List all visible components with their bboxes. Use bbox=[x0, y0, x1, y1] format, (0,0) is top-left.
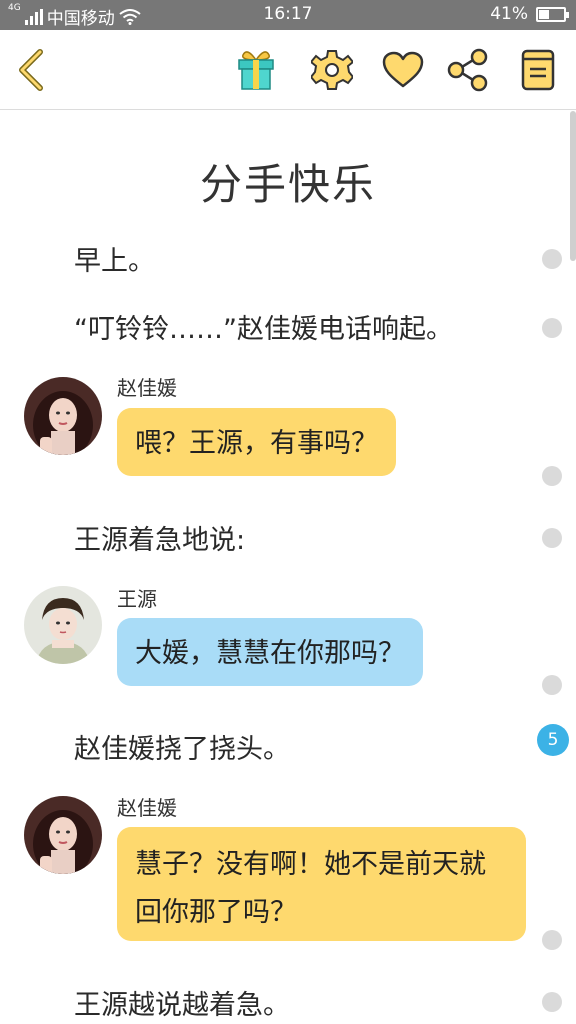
heart-icon bbox=[382, 51, 424, 88]
chapter-title: 分手快乐 bbox=[199, 160, 376, 209]
avatar-image bbox=[24, 586, 102, 664]
narration-paragraph: “叮铃铃……”赵佳媛电话响起。 bbox=[74, 314, 453, 345]
narration-paragraph: 赵佳媛挠了挠头。 bbox=[74, 734, 290, 765]
narration-paragraph: 王源着急地说: bbox=[74, 525, 246, 556]
comment-dot[interactable] bbox=[542, 528, 562, 548]
comment-dot[interactable] bbox=[542, 930, 562, 950]
chat-bubble-text: 喂？王源，有事吗？ bbox=[135, 428, 378, 459]
comment-dot[interactable] bbox=[542, 466, 562, 486]
avatar-image bbox=[24, 377, 102, 455]
status-bar: 4G 中国移动 16:17 41% bbox=[0, 0, 576, 30]
chat-bubble: 大媛，慧慧在你那吗？ bbox=[117, 618, 423, 686]
comment-dot[interactable] bbox=[542, 318, 562, 338]
narration-paragraph: 王源越说越着急。 bbox=[74, 990, 290, 1021]
narration-paragraph: 早上。 bbox=[74, 246, 155, 277]
back-chevron-icon bbox=[19, 49, 43, 91]
comment-dot[interactable] bbox=[542, 675, 562, 695]
gear-icon bbox=[311, 50, 353, 90]
favorite-button[interactable] bbox=[375, 42, 431, 98]
avatar[interactable] bbox=[24, 796, 102, 874]
avatar-image bbox=[24, 796, 102, 874]
chat-bubble-text: 回你那了吗？ bbox=[135, 897, 297, 928]
scrollbar[interactable] bbox=[570, 111, 576, 261]
reader-toolbar bbox=[0, 30, 576, 110]
chat-bubble: 喂？王源，有事吗？ bbox=[117, 408, 396, 476]
comment-dot[interactable] bbox=[542, 249, 562, 269]
speaker-name: 王源 bbox=[117, 587, 157, 611]
story-content[interactable]: 分手快乐 早上。 “叮铃铃……”赵佳媛电话响起。 赵佳媛 喂？王源，有事吗？ 王… bbox=[0, 111, 576, 1024]
settings-button[interactable] bbox=[304, 42, 360, 98]
avatar[interactable] bbox=[24, 586, 102, 664]
bookshelf-button[interactable] bbox=[510, 42, 566, 98]
gift-button[interactable] bbox=[228, 42, 284, 98]
share-icon bbox=[447, 48, 488, 92]
chat-bubble-text: 慧子？没有啊！她不是前天就 bbox=[135, 849, 486, 880]
back-button[interactable] bbox=[4, 42, 60, 98]
chat-bubble: 慧子？没有啊！她不是前天就 回你那了吗？ bbox=[117, 827, 526, 941]
battery-percent: 41% bbox=[490, 4, 528, 24]
chat-bubble-text: 大媛，慧慧在你那吗？ bbox=[135, 638, 405, 669]
speaker-name: 赵佳媛 bbox=[117, 376, 177, 400]
book-icon bbox=[521, 49, 555, 91]
comment-count-badge[interactable]: 5 bbox=[537, 724, 569, 756]
share-button[interactable] bbox=[440, 42, 496, 98]
avatar[interactable] bbox=[24, 377, 102, 455]
speaker-name: 赵佳媛 bbox=[117, 796, 177, 820]
battery-status: 41% bbox=[490, 4, 569, 24]
gift-icon bbox=[238, 51, 274, 90]
comment-dot[interactable] bbox=[542, 992, 562, 1012]
battery-icon bbox=[536, 6, 569, 22]
